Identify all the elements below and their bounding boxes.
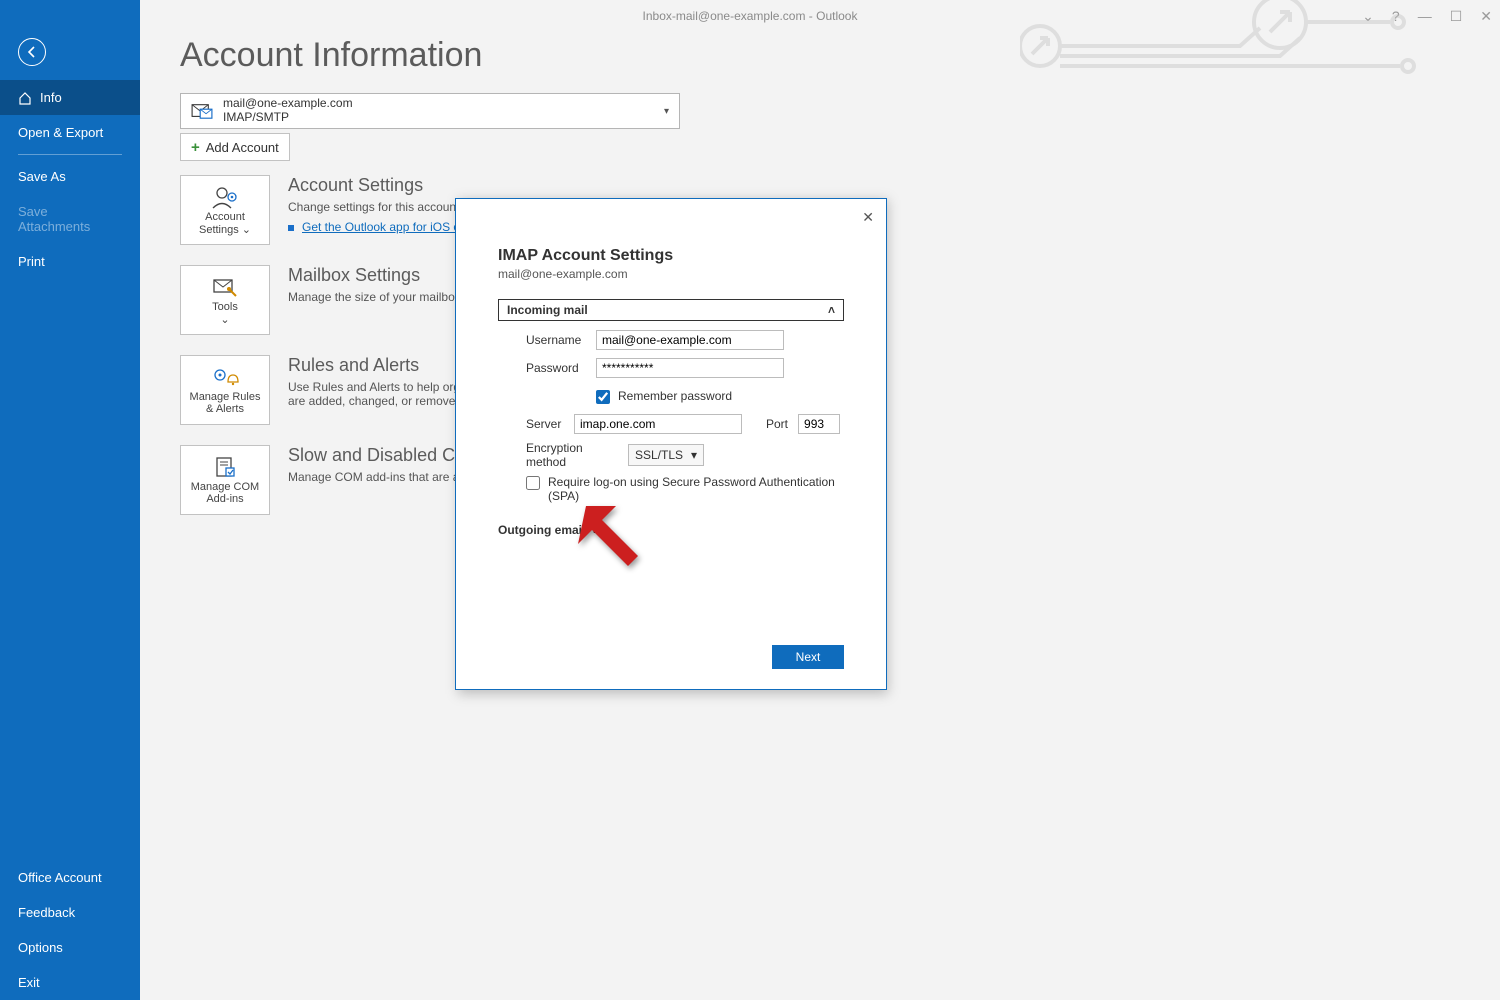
sidebar-item-label: Exit xyxy=(18,975,40,990)
rules-alerts-button[interactable]: Manage Rules& Alerts xyxy=(180,355,270,425)
server-input[interactable] xyxy=(574,414,742,434)
backstage-sidebar: Info Open & Export Save As Save Attachme… xyxy=(0,0,140,1000)
tools-button[interactable]: Tools⌄ xyxy=(180,265,270,335)
sidebar-item-options[interactable]: Options xyxy=(0,930,140,965)
account-settings-button[interactable]: AccountSettings ⌄ xyxy=(180,175,270,245)
sidebar-item-print[interactable]: Print xyxy=(0,244,140,279)
dialog-close-button[interactable]: ✕ xyxy=(862,209,874,226)
port-input[interactable] xyxy=(798,414,840,434)
addin-icon xyxy=(211,455,239,479)
sidebar-item-label: Save Attachments xyxy=(18,204,122,234)
sidebar-item-label: Feedback xyxy=(18,905,75,920)
username-label: Username xyxy=(526,333,586,347)
remember-password-label: Remember password xyxy=(618,389,732,403)
gear-bell-icon xyxy=(211,365,239,389)
sidebar-item-save-attachments: Save Attachments xyxy=(0,194,140,244)
sidebar-item-office-account[interactable]: Office Account xyxy=(0,860,140,895)
add-account-button[interactable]: + Add Account xyxy=(180,133,290,161)
caret-down-icon: ▾ xyxy=(691,448,697,462)
home-icon xyxy=(18,91,32,105)
incoming-form: Username Password Remember password Serv… xyxy=(498,321,844,509)
port-label: Port xyxy=(766,417,788,431)
next-button[interactable]: Next xyxy=(772,645,844,669)
section-title: Account Settings xyxy=(288,175,611,196)
sidebar-item-label: Office Account xyxy=(18,870,102,885)
sidebar-item-label: Save As xyxy=(18,169,66,184)
back-button[interactable] xyxy=(18,38,46,66)
account-selector[interactable]: mail@one-example.com IMAP/SMTP ▾ xyxy=(180,93,680,129)
caret-down-icon: ▾ xyxy=(664,106,669,117)
imap-settings-dialog: ✕ IMAP Account Settings mail@one-example… xyxy=(455,198,887,690)
account-type: IMAP/SMTP xyxy=(223,111,353,125)
encryption-select[interactable]: SSL/TLS ▾ xyxy=(628,444,704,466)
sidebar-item-label: Open & Export xyxy=(18,125,103,140)
spa-label: Require log-on using Secure Password Aut… xyxy=(548,475,844,503)
mailbox-tools-icon xyxy=(211,275,239,299)
password-label: Password xyxy=(526,361,586,375)
dialog-email: mail@one-example.com xyxy=(498,267,844,281)
chevron-up-icon: ˄ xyxy=(828,303,835,317)
bullet-icon xyxy=(288,225,294,231)
spa-checkbox[interactable] xyxy=(526,476,540,490)
sidebar-item-open-export[interactable]: Open & Export xyxy=(0,115,140,150)
sidebar-item-save-as[interactable]: Save As xyxy=(0,159,140,194)
account-email: mail@one-example.com xyxy=(223,97,353,111)
encryption-label: Encryption method xyxy=(526,441,618,469)
server-label: Server xyxy=(526,417,564,431)
password-input[interactable] xyxy=(596,358,784,378)
page-title: Account Information xyxy=(180,36,1460,75)
add-account-label: Add Account xyxy=(206,140,279,155)
sidebar-item-label: Print xyxy=(18,254,45,269)
mail-icon xyxy=(191,102,213,120)
username-input[interactable] xyxy=(596,330,784,350)
remember-password-checkbox[interactable] xyxy=(596,390,610,404)
plus-icon: + xyxy=(191,139,200,156)
sidebar-item-feedback[interactable]: Feedback xyxy=(0,895,140,930)
dialog-title: IMAP Account Settings xyxy=(498,247,844,265)
sidebar-item-label: Info xyxy=(40,90,62,105)
sidebar-divider xyxy=(18,154,122,155)
sidebar-item-exit[interactable]: Exit xyxy=(0,965,140,1000)
person-gear-icon xyxy=(211,185,239,209)
sidebar-item-info[interactable]: Info xyxy=(0,80,140,115)
outgoing-email-header[interactable]: Outgoing email ˅ xyxy=(498,523,844,537)
manage-addins-button[interactable]: Manage COMAdd-ins xyxy=(180,445,270,515)
chevron-down-icon: ˅ xyxy=(591,523,598,537)
incoming-mail-header[interactable]: Incoming mail ˄ xyxy=(498,299,844,321)
sidebar-item-label: Options xyxy=(18,940,63,955)
